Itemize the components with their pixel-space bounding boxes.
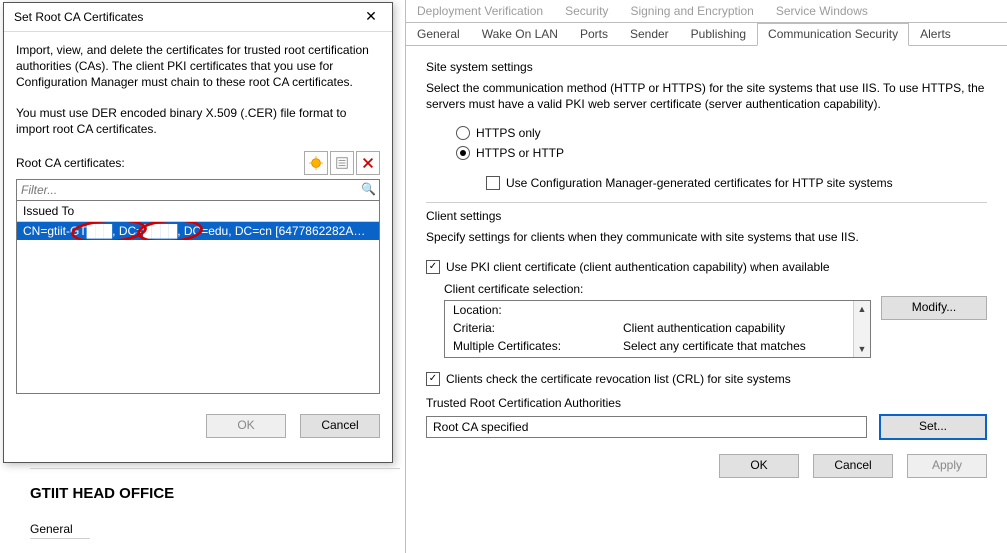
check-crl[interactable]: ✓ Clients check the certificate revocati… <box>426 372 987 386</box>
root-ca-dialog: Set Root CA Certificates ✕ Import, view,… <box>3 2 393 463</box>
root-ca-list-label: Root CA certificates: <box>16 156 125 170</box>
radio-https-only[interactable]: HTTPS only <box>456 126 987 140</box>
modify-button[interactable]: Modify... <box>881 296 987 320</box>
scroll-up-icon[interactable]: ▲ <box>854 301 870 317</box>
tab-deployment-verification[interactable]: Deployment Verification <box>406 0 554 22</box>
panel-cancel-button[interactable]: Cancel <box>813 454 893 478</box>
dialog-title: Set Root CA Certificates <box>14 10 143 24</box>
site-card: GTIIT HEAD OFFICE General <box>30 468 400 539</box>
dialog-titlebar: Set Root CA Certificates ✕ <box>4 3 392 32</box>
dialog-note: You must use DER encoded binary X.509 (.… <box>16 105 380 137</box>
properties-panel: Deployment Verification Security Signing… <box>405 0 1007 553</box>
site-card-title: GTIIT HEAD OFFICE <box>30 485 400 502</box>
client-cert-selection-label: Client certificate selection: <box>444 282 987 296</box>
scroll-down-icon[interactable]: ▼ <box>854 341 870 357</box>
set-button[interactable]: Set... <box>879 414 987 440</box>
cancel-button[interactable]: Cancel <box>300 414 380 438</box>
client-cert-selection-box[interactable]: Location: Criteria:Client authentication… <box>444 300 871 358</box>
checkbox-icon: ✓ <box>426 260 440 274</box>
properties-icon[interactable] <box>330 151 354 175</box>
tab-wake-on-lan[interactable]: Wake On LAN <box>471 23 569 45</box>
filter-input[interactable] <box>16 179 380 201</box>
tab-communication-security[interactable]: Communication Security <box>757 23 909 46</box>
dialog-intro: Import, view, and delete the certificate… <box>16 42 380 91</box>
check-cm-generated[interactable]: Use Configuration Manager-generated cert… <box>486 176 987 190</box>
check-use-pki[interactable]: ✓ Use PKI client certificate (client aut… <box>426 260 987 274</box>
tab-row-1: Deployment Verification Security Signing… <box>406 0 1007 23</box>
cert-list[interactable]: Issued To CN=gtiit-GT███, DC=████, DC=ed… <box>16 201 380 394</box>
search-icon[interactable]: 🔍 <box>361 182 376 196</box>
new-icon[interactable] <box>304 151 328 175</box>
client-settings-help: Specify settings for clients when they c… <box>426 229 987 245</box>
panel-apply-button: Apply <box>907 454 987 478</box>
radio-icon <box>456 126 470 140</box>
tab-row-2: General Wake On LAN Ports Sender Publish… <box>406 23 1007 46</box>
checkbox-icon <box>486 176 500 190</box>
client-settings-title: Client settings <box>426 209 987 223</box>
panel-ok-button[interactable]: OK <box>719 454 799 478</box>
delete-icon[interactable] <box>356 151 380 175</box>
tab-signing-encryption[interactable]: Signing and Encryption <box>619 0 764 22</box>
checkbox-icon: ✓ <box>426 372 440 386</box>
ok-button: OK <box>206 414 286 438</box>
tab-ports[interactable]: Ports <box>569 23 619 45</box>
tab-service-windows[interactable]: Service Windows <box>765 0 879 22</box>
tab-publishing[interactable]: Publishing <box>680 23 757 45</box>
tab-sender[interactable]: Sender <box>619 23 680 45</box>
tab-security[interactable]: Security <box>554 0 619 22</box>
tab-general[interactable]: General <box>406 23 471 45</box>
tab-alerts[interactable]: Alerts <box>909 23 962 45</box>
radio-https-or-http[interactable]: HTTPS or HTTP <box>456 146 987 160</box>
trusted-root-ca-label: Trusted Root Certification Authorities <box>426 396 987 410</box>
cert-row[interactable]: CN=gtiit-GT███, DC=████, DC=edu, DC=cn [… <box>17 222 379 240</box>
site-card-general: General <box>30 522 90 539</box>
radio-icon <box>456 146 470 160</box>
column-header-issued-to[interactable]: Issued To <box>17 201 379 222</box>
close-icon[interactable]: ✕ <box>356 7 386 27</box>
site-system-settings-help: Select the communication method (HTTP or… <box>426 80 987 112</box>
scrollbar[interactable]: ▲▼ <box>853 301 870 357</box>
site-system-settings-title: Site system settings <box>426 60 987 74</box>
trusted-root-ca-field[interactable] <box>426 416 867 438</box>
